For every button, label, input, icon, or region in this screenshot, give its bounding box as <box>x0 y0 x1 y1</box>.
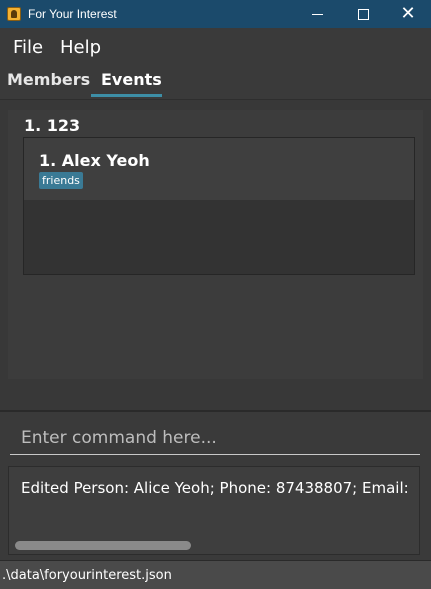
maximize-icon <box>357 8 369 20</box>
command-input[interactable] <box>10 421 420 455</box>
result-text: Edited Person: Alice Yeoh; Phone: 874388… <box>21 479 409 497</box>
window-title: For Your Interest <box>28 7 117 21</box>
tab-events[interactable]: Events <box>101 70 162 89</box>
result-display: Edited Person: Alice Yeoh; Phone: 874388… <box>8 466 420 555</box>
active-tab-indicator <box>91 94 162 97</box>
member-card[interactable]: 1. Alex Yeoh friends <box>24 138 414 200</box>
horizontal-scrollbar[interactable] <box>15 541 191 550</box>
close-button[interactable]: ✕ <box>385 0 431 28</box>
minimize-icon <box>311 13 323 15</box>
minimize-button[interactable] <box>294 0 340 28</box>
status-bar: .\data\foryourinterest.json <box>0 560 431 589</box>
event-list-panel: 1. 123 1. Alex Yeoh friends <box>0 100 431 410</box>
command-box <box>0 412 431 464</box>
event-title: 1. 123 <box>24 116 81 135</box>
event-member-list: 1. Alex Yeoh friends <box>23 137 415 275</box>
menu-bar: File Help <box>0 28 431 64</box>
menu-help[interactable]: Help <box>60 37 101 58</box>
tab-bar: Members Events <box>0 64 431 100</box>
event-card[interactable]: 1. 123 1. Alex Yeoh friends <box>8 110 423 379</box>
member-name: 1. Alex Yeoh <box>39 151 150 170</box>
tab-members[interactable]: Members <box>7 70 90 89</box>
member-tag: friends <box>39 172 83 189</box>
title-bar: For Your Interest ✕ <box>0 0 431 28</box>
app-icon <box>7 7 21 21</box>
save-location-path: .\data\foryourinterest.json <box>2 568 172 583</box>
menu-file[interactable]: File <box>13 37 43 58</box>
close-icon: ✕ <box>400 3 416 24</box>
maximize-button[interactable] <box>340 0 386 28</box>
